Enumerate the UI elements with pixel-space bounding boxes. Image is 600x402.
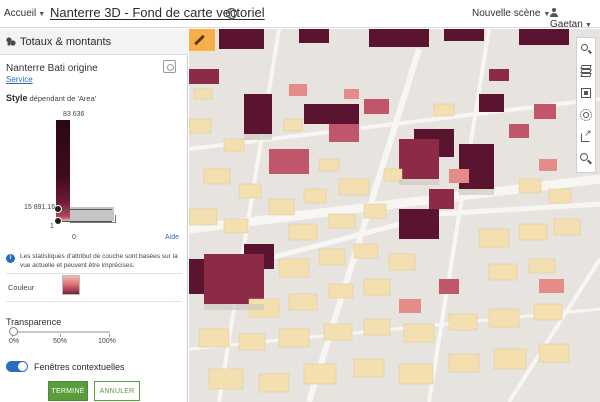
info-note: i Les statistiques d'attribut de couche … (6, 252, 184, 270)
panel-header: Totaux & montants (0, 29, 188, 55)
upper-handle[interactable] (54, 205, 62, 213)
transparency-tick (60, 334, 61, 337)
info-text: Les statistiques d'attribut de couche so… (20, 253, 178, 269)
lower-value: 1 (50, 223, 54, 230)
style-label: Style (6, 93, 28, 103)
axis-zero: 0 (72, 234, 76, 241)
home-menu[interactable]: Accueil ▼ (4, 8, 45, 19)
top-bar: Accueil ▼ Nanterre 3D - Fond de carte vec… (0, 0, 600, 30)
transparency-track[interactable] (12, 331, 110, 333)
search-icon[interactable] (577, 40, 595, 58)
daylight-icon[interactable] (577, 106, 595, 124)
panel-title: Totaux & montants (20, 36, 112, 48)
city-3d-scene (189, 29, 600, 402)
globe-icon[interactable] (226, 8, 237, 20)
histogram-axis (70, 222, 116, 223)
layer-properties-icon[interactable] (163, 60, 176, 73)
divider (6, 301, 182, 302)
transparency-tick-100: 100% (98, 338, 116, 345)
divider (6, 273, 182, 274)
edit-pencil-icon[interactable] (189, 29, 215, 51)
service-link[interactable]: Service (6, 75, 33, 84)
help-link[interactable]: Aide (165, 234, 179, 241)
lower-handle[interactable] (54, 217, 62, 225)
style-line: Style dépendant de 'Area' (6, 93, 96, 103)
done-button[interactable]: TERMINÉ (48, 381, 88, 401)
cancel-button[interactable]: ANNULER (94, 381, 140, 401)
new-scene-label[interactable]: Nouvelle scène (472, 8, 540, 19)
basemap-icon[interactable] (577, 84, 595, 102)
share-icon[interactable] (577, 128, 595, 146)
chevron-down-icon[interactable]: ▼ (38, 11, 45, 18)
map-toolbar (576, 37, 596, 173)
upper-value: 15 891,16 (24, 204, 56, 211)
color-ramp-slider: 83 636 15 891,16 1 0 Aide (0, 107, 188, 247)
scene-view[interactable] (189, 29, 600, 402)
transparency-thumb[interactable] (9, 327, 18, 336)
popups-toggle[interactable] (6, 361, 28, 372)
new-scene-menu[interactable]: Nouvelle scène ▼ (472, 8, 550, 19)
home-label[interactable]: Accueil (4, 8, 36, 19)
transparency-tick-0: 0% (9, 338, 20, 345)
popups-label: Fenêtres contextuelles (34, 362, 125, 372)
style-panel: Totaux & montants Nanterre Bati origine … (0, 29, 188, 402)
transparency-title: Transparence (6, 317, 62, 327)
totals-amounts-icon (6, 37, 16, 46)
info-icon: i (6, 254, 15, 263)
transparency-tick-50: 50% (53, 338, 68, 345)
user-menu[interactable]: Gaetan ▼ (550, 8, 600, 30)
layers-icon[interactable] (577, 62, 595, 80)
user-icon (550, 8, 558, 17)
max-value: 83 636 (63, 111, 85, 118)
chevron-down-icon[interactable]: ▼ (585, 22, 592, 29)
color-label: Couleur (8, 283, 35, 292)
upper-handle-line (56, 209, 112, 210)
style-field: dépendant de 'Area' (29, 94, 97, 103)
layer-name: Nanterre Bati origine (6, 63, 98, 74)
histogram-axis-tick (115, 215, 123, 223)
color-ramp-swatch[interactable] (62, 275, 80, 295)
transparency-tick (109, 334, 110, 337)
zoom-find-icon[interactable] (577, 150, 595, 168)
